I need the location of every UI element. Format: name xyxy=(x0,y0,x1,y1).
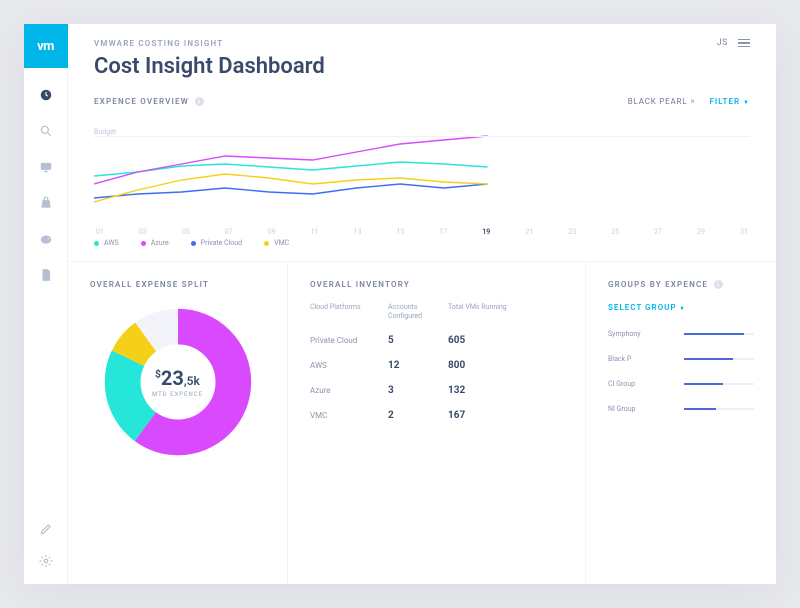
legend-item: Azure xyxy=(141,239,169,247)
overview-title: EXPENCE OVERVIEWi xyxy=(94,97,204,106)
groups-title: GROUPS BY EXPENCEi xyxy=(608,280,754,289)
legend-item: Private Cloud xyxy=(191,239,242,247)
dashboard-icon[interactable] xyxy=(39,88,53,102)
app-window: vm VMWARE COSTING INSIGHT JS Cost Insigh… xyxy=(24,24,776,584)
legend: AWS Azure Private Cloud VMC xyxy=(94,239,750,247)
select-group-button[interactable]: SELECT GROUP▾ xyxy=(608,303,754,312)
donut-label: MTD EXPENCE xyxy=(152,391,203,398)
x-tick: 25 xyxy=(611,228,619,236)
budget-line xyxy=(94,136,750,137)
split-title: OVERALL EXPENSE SPLIT xyxy=(90,280,265,289)
bar xyxy=(684,383,754,385)
topbar: VMWARE COSTING INSIGHT JS xyxy=(68,24,776,48)
x-tick: 21 xyxy=(525,228,533,236)
info-icon[interactable]: i xyxy=(714,280,723,289)
remove-chip-icon[interactable]: × xyxy=(690,97,695,106)
bar xyxy=(684,333,754,335)
group-row: NI Group xyxy=(608,405,754,413)
table-header: Cloud Platforms Accounts Configured Tota… xyxy=(310,303,563,321)
logo: vm xyxy=(24,24,68,68)
file-icon[interactable] xyxy=(39,268,53,282)
user-initials[interactable]: JS xyxy=(717,38,728,48)
x-tick: 13 xyxy=(354,228,362,236)
donut-chart: $23,5k MTD EXPENCE xyxy=(103,307,253,457)
bar xyxy=(684,408,754,410)
x-tick: 05 xyxy=(182,228,190,236)
x-tick: 23 xyxy=(568,228,576,236)
filter-button[interactable]: FILTER▼ xyxy=(709,97,750,106)
x-tick: 29 xyxy=(697,228,705,236)
x-tick: 09 xyxy=(268,228,276,236)
x-axis: 01 03 05 07 09 11 13 15 17 19 21 23 25 27 29 31 xyxy=(94,228,750,236)
columns: OVERALL EXPENSE SPLIT $23,5k MTD EXPENCE… xyxy=(68,262,776,584)
bar xyxy=(684,358,754,360)
budget-label: Budget xyxy=(94,128,116,136)
table-row: AWS12800 xyxy=(310,360,563,371)
table-row: VMC2167 xyxy=(310,410,563,421)
line-chart: Budget 01030507091113151719212325272931 xyxy=(94,114,750,229)
gear-icon[interactable] xyxy=(39,554,53,568)
x-tick: 03 xyxy=(139,228,147,236)
x-tick: 15 xyxy=(396,228,404,236)
x-tick: 01 xyxy=(96,228,104,236)
breadcrumb: VMWARE COSTING INSIGHT xyxy=(94,39,223,48)
inventory-title: OVERALL INVENTORY xyxy=(310,280,563,289)
filter-chip: BLACK PEARL× xyxy=(628,97,696,106)
table-row: Private Cloud5605 xyxy=(310,335,563,346)
expense-split-panel: OVERALL EXPENSE SPLIT $23,5k MTD EXPENCE xyxy=(68,262,288,584)
edit-icon[interactable] xyxy=(39,522,53,536)
groups-panel: GROUPS BY EXPENCEi SELECT GROUP▾ Symphon… xyxy=(586,262,776,584)
piggy-icon[interactable] xyxy=(39,232,53,246)
main: VMWARE COSTING INSIGHT JS Cost Insight D… xyxy=(68,24,776,584)
inventory-panel: OVERALL INVENTORY Cloud Platforms Accoun… xyxy=(288,262,586,584)
legend-item: VMC xyxy=(264,239,289,247)
x-tick: 31 xyxy=(740,228,748,236)
expense-overview: EXPENCE OVERVIEWi BLACK PEARL× FILTER▼ B… xyxy=(68,97,776,262)
x-tick: 07 xyxy=(225,228,233,236)
nav xyxy=(39,88,53,522)
search-icon[interactable] xyxy=(39,124,53,138)
page-title: Cost Insight Dashboard xyxy=(68,48,776,97)
x-tick: 11 xyxy=(311,228,319,236)
donut-value: $23,5k xyxy=(155,366,200,390)
menu-icon[interactable] xyxy=(738,39,750,48)
x-tick: 19 xyxy=(482,228,490,236)
x-tick: 17 xyxy=(439,228,447,236)
info-icon[interactable]: i xyxy=(195,97,204,106)
group-row: Black P xyxy=(608,355,754,363)
group-row: Symphony xyxy=(608,330,754,338)
bag-icon[interactable] xyxy=(39,196,53,210)
side-rail: vm xyxy=(24,24,68,584)
table-row: Azure3132 xyxy=(310,385,563,396)
group-row: CI Group xyxy=(608,380,754,388)
chat-icon[interactable] xyxy=(39,160,53,174)
legend-item: AWS xyxy=(94,239,119,247)
x-tick: 27 xyxy=(654,228,662,236)
